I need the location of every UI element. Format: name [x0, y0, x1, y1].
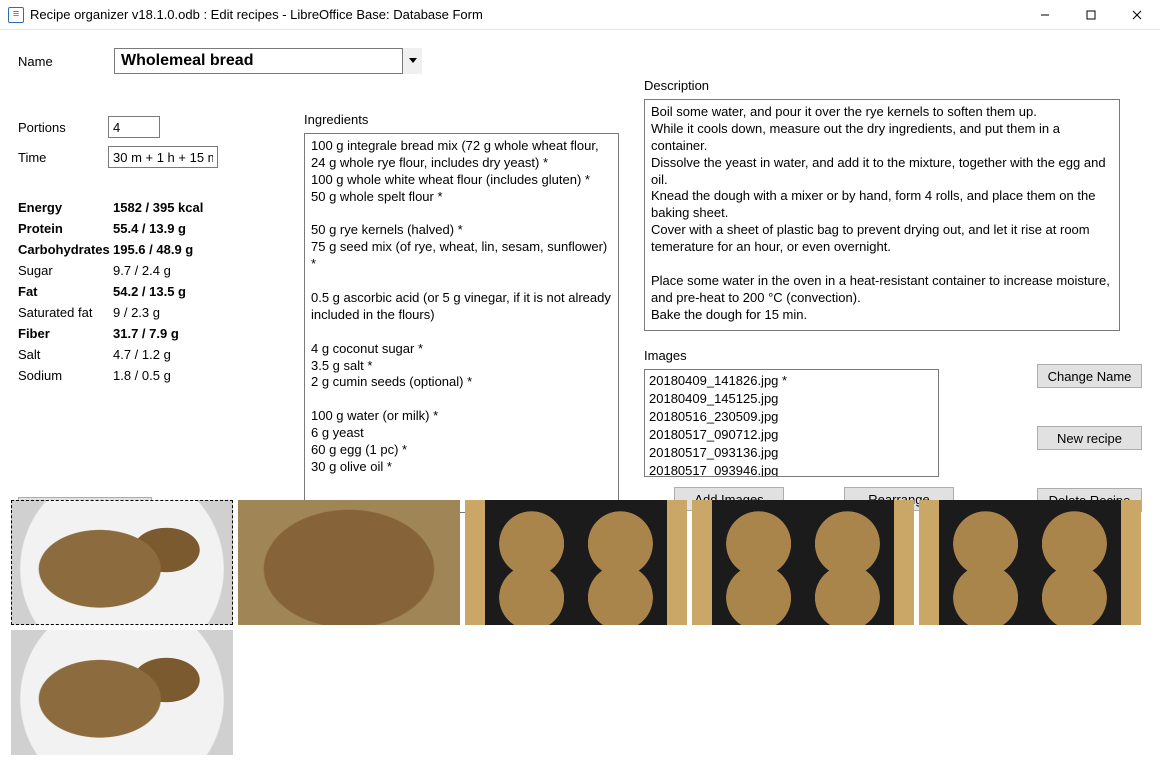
image-thumbnail[interactable]	[692, 500, 914, 625]
nutrition-label: Sugar	[18, 261, 113, 280]
nutrition-value: 9 / 2.3 g	[113, 303, 160, 322]
nutrition-row: Energy1582 / 395 kcal	[18, 198, 288, 217]
app-icon: ≡	[8, 7, 24, 23]
image-thumbnails	[11, 500, 1146, 760]
nutrition-row: Fat54.2 / 13.5 g	[18, 282, 288, 301]
nutrition-row: Salt4.7 / 1.2 g	[18, 345, 288, 364]
nutrition-table: Energy1582 / 395 kcalProtein55.4 / 13.9 …	[18, 198, 288, 385]
nutrition-label: Saturated fat	[18, 303, 113, 322]
name-label: Name	[18, 54, 108, 69]
images-label: Images	[644, 348, 1142, 363]
nutrition-row: Fiber31.7 / 7.9 g	[18, 324, 288, 343]
nutrition-value: 4.7 / 1.2 g	[113, 345, 171, 364]
image-file-item[interactable]: 20180517_093946.jpg	[649, 462, 934, 477]
description-textarea[interactable]	[644, 99, 1120, 331]
nutrition-label: Fiber	[18, 324, 113, 343]
window-title: Recipe organizer v18.1.0.odb : Edit reci…	[30, 7, 483, 22]
nutrition-row: Protein55.4 / 13.9 g	[18, 219, 288, 238]
nutrition-label: Fat	[18, 282, 113, 301]
nutrition-value: 55.4 / 13.9 g	[113, 219, 186, 238]
image-file-item[interactable]: 20180517_090712.jpg	[649, 426, 934, 444]
ingredients-label: Ingredients	[304, 112, 624, 127]
nutrition-value: 54.2 / 13.5 g	[113, 282, 186, 301]
image-thumbnail[interactable]	[11, 630, 233, 755]
nutrition-value: 1.8 / 0.5 g	[113, 366, 171, 385]
image-file-item[interactable]: 20180409_141826.jpg *	[649, 372, 934, 390]
recipe-name-select[interactable]	[114, 48, 422, 74]
nutrition-row: Sodium1.8 / 0.5 g	[18, 366, 288, 385]
nutrition-value: 31.7 / 7.9 g	[113, 324, 179, 343]
nutrition-label: Sodium	[18, 366, 113, 385]
image-file-item[interactable]: 20180517_093136.jpg	[649, 444, 934, 462]
title-bar: ≡ Recipe organizer v18.1.0.odb : Edit re…	[0, 0, 1160, 30]
nutrition-label: Salt	[18, 345, 113, 364]
time-label: Time	[18, 150, 108, 165]
nutrition-value: 1582 / 395 kcal	[113, 198, 203, 217]
image-thumbnail[interactable]	[11, 500, 233, 625]
portions-input[interactable]	[108, 116, 160, 138]
nutrition-value: 9.7 / 2.4 g	[113, 261, 171, 280]
portions-label: Portions	[18, 120, 108, 135]
image-file-item[interactable]: 20180516_230509.jpg	[649, 408, 934, 426]
nutrition-value: 195.6 / 48.9 g	[113, 240, 193, 259]
nutrition-label: Energy	[18, 198, 113, 217]
new-recipe-button[interactable]: New recipe	[1037, 426, 1142, 450]
nutrition-label: Protein	[18, 219, 113, 238]
description-label: Description	[644, 78, 1142, 93]
change-name-button[interactable]: Change Name	[1037, 364, 1142, 388]
minimize-button[interactable]	[1022, 0, 1068, 30]
nutrition-row: Sugar9.7 / 2.4 g	[18, 261, 288, 280]
nutrition-row: Saturated fat9 / 2.3 g	[18, 303, 288, 322]
nutrition-label: Carbohydrates	[18, 240, 113, 259]
maximize-button[interactable]	[1068, 0, 1114, 30]
close-button[interactable]	[1114, 0, 1160, 30]
image-thumbnail[interactable]	[919, 500, 1141, 625]
image-file-item[interactable]: 20180409_145125.jpg	[649, 390, 934, 408]
image-thumbnail[interactable]	[465, 500, 687, 625]
image-thumbnail[interactable]	[238, 500, 460, 625]
images-listbox[interactable]: 20180409_141826.jpg *20180409_145125.jpg…	[644, 369, 939, 477]
ingredients-textarea[interactable]	[304, 133, 619, 513]
nutrition-row: Carbohydrates195.6 / 48.9 g	[18, 240, 288, 259]
time-input[interactable]	[108, 146, 218, 168]
